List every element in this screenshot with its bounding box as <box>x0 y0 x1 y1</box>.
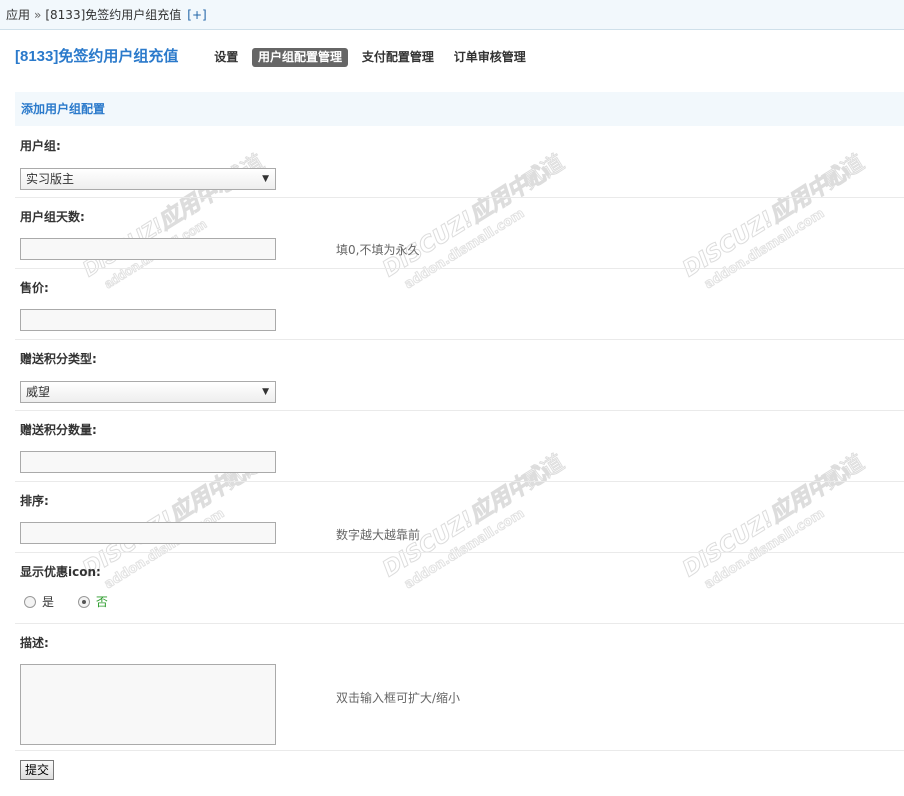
credit-type-selected-value: 威望 <box>26 385 51 399</box>
plugin-header: [8133]免签约用户组充值 设置 用户组配置管理 支付配置管理 订单审核管理 <box>15 46 536 68</box>
radio-yes-label[interactable]: 是 <box>42 595 54 609</box>
credit-amount-label: 赠送积分数量: <box>20 423 97 437</box>
credit-amount-input[interactable] <box>20 451 276 473</box>
row-divider <box>15 552 904 553</box>
breadcrumb-current[interactable]: [8133]免签约用户组充值 <box>45 8 181 22</box>
breadcrumb: 应用 » [8133]免签约用户组充值 [+] <box>0 0 904 30</box>
row-divider <box>15 339 904 340</box>
breadcrumb-root[interactable]: 应用 <box>6 8 30 22</box>
dropdown-arrow-icon: ▼ <box>262 387 269 397</box>
watermark-url: addon.dismall.com <box>702 206 827 290</box>
watermark-tag: 贰道 <box>819 150 870 195</box>
credit-type-label: 赠送积分类型: <box>20 352 97 366</box>
plugin-nav: 设置 用户组配置管理 支付配置管理 订单审核管理 <box>208 46 536 68</box>
submit-button[interactable]: 提交 <box>20 760 55 780</box>
row-divider <box>15 268 904 269</box>
breadcrumb-separator: » <box>34 8 42 22</box>
watermark-logo: DISCUZ!应用中心 addon.dismall.com 贰道 <box>378 450 570 590</box>
row-divider <box>15 623 904 624</box>
watermark-brand: DISCUZ!应用中心 <box>678 459 854 582</box>
days-input[interactable] <box>20 238 276 260</box>
watermark-brand: DISCUZ!应用中心 <box>78 459 254 582</box>
usergroup-selected-value: 实习版主 <box>26 172 75 186</box>
watermark-url: addon.dismall.com <box>402 506 527 590</box>
sort-input[interactable] <box>20 522 276 544</box>
row-divider <box>15 197 904 198</box>
days-tip: 填0,不填为永久 <box>336 243 420 257</box>
radio-yes[interactable] <box>24 595 36 608</box>
breadcrumb-add-link[interactable]: [+] <box>187 8 206 22</box>
watermark-tag: 贰道 <box>519 450 570 495</box>
watermark-tag: 贰道 <box>519 150 570 195</box>
watermark-brand: DISCUZ!应用中心 <box>678 159 854 282</box>
watermark-brand: DISCUZ!应用中心 <box>378 459 554 582</box>
description-tip: 双击输入框可扩大/缩小 <box>336 691 461 705</box>
tab-payment-config[interactable]: 支付配置管理 <box>356 48 440 67</box>
plugin-title: [8133]免签约用户组充值 <box>15 48 179 65</box>
watermark-logo: DISCUZ!应用中心 addon.dismall.com 贰道 <box>678 150 870 290</box>
sort-label: 排序: <box>20 494 49 508</box>
row-divider <box>15 750 904 751</box>
tab-settings[interactable]: 设置 <box>208 48 244 67</box>
credit-type-select[interactable]: 威望 ▼ <box>20 381 276 403</box>
watermark-url: addon.dismall.com <box>702 506 827 590</box>
days-label: 用户组天数: <box>20 210 85 224</box>
price-label: 售价: <box>20 281 49 295</box>
watermark-tag: 贰道 <box>819 450 870 495</box>
tab-usergroup-config[interactable]: 用户组配置管理 <box>252 48 349 67</box>
radio-no-label[interactable]: 否 <box>96 595 108 609</box>
section-title: 添加用户组配置 <box>15 92 904 126</box>
watermark-logo: DISCUZ!应用中心 addon.dismall.com 贰道 <box>378 150 570 290</box>
radio-no[interactable] <box>77 595 90 608</box>
show-icon-radio-group: 是 否 <box>24 593 128 610</box>
row-divider <box>15 481 904 482</box>
watermark-logo: DISCUZ!应用中心 addon.dismall.com 贰道 <box>678 450 870 590</box>
dropdown-arrow-icon: ▼ <box>262 174 269 184</box>
watermark-url: addon.dismall.com <box>402 206 527 290</box>
tab-order-review[interactable]: 订单审核管理 <box>448 48 532 67</box>
row-divider <box>15 410 904 411</box>
watermark-brand: DISCUZ!应用中心 <box>378 159 554 282</box>
description-label: 描述: <box>20 636 49 650</box>
usergroup-label: 用户组: <box>20 139 61 153</box>
sort-tip: 数字越大越靠前 <box>336 528 421 542</box>
show-icon-label: 显示优惠icon: <box>20 565 101 579</box>
usergroup-select[interactable]: 实习版主 ▼ <box>20 168 276 190</box>
description-textarea[interactable] <box>20 664 276 745</box>
price-input[interactable] <box>20 309 276 331</box>
watermark-url: addon.dismall.com <box>102 506 227 590</box>
